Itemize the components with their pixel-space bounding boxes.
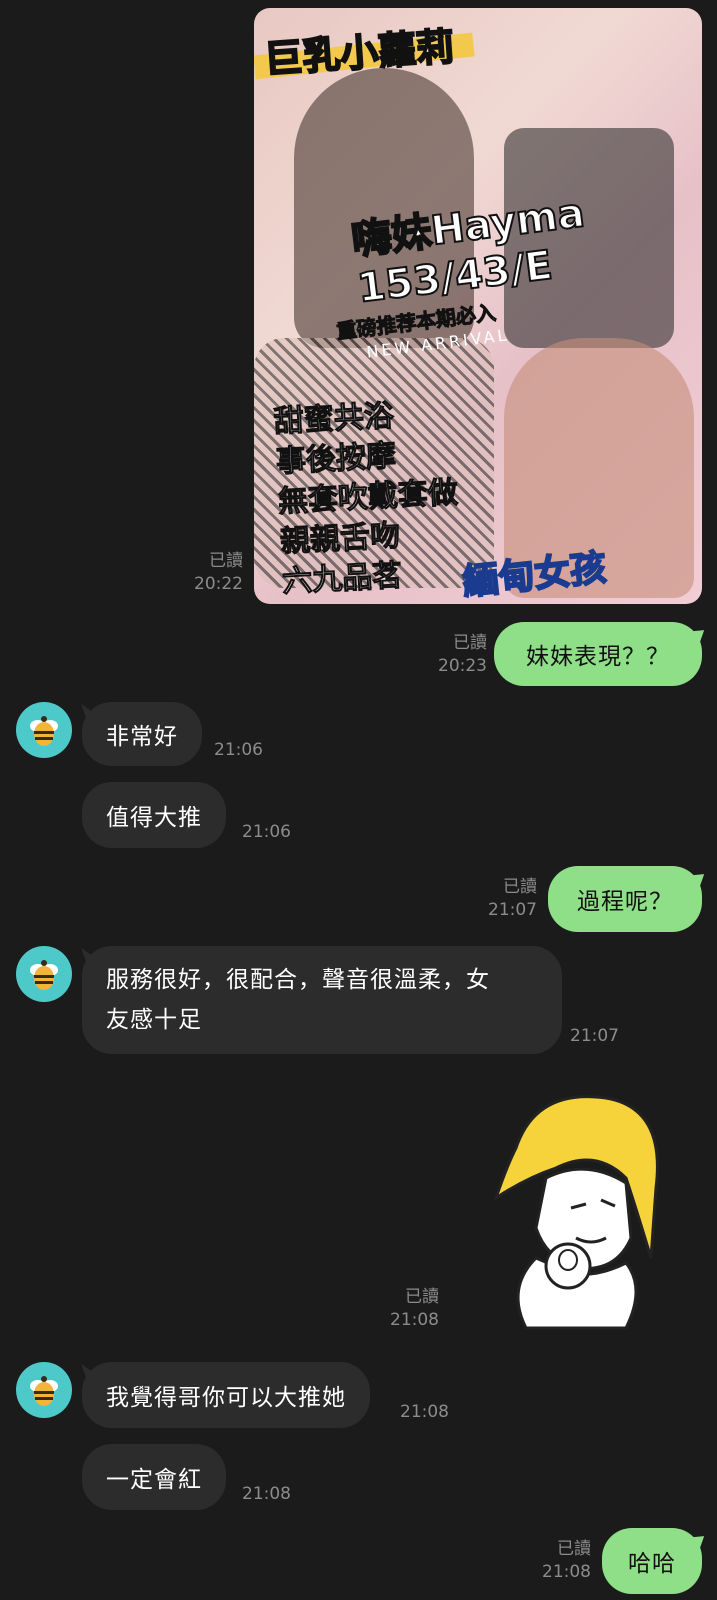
message-meta: 已讀 20:23 <box>407 632 487 678</box>
bee-icon <box>30 716 58 746</box>
photo-service-list: 甜蜜共浴 事後按摩 無套吹戴套做 親親舌吻 六九品茗 <box>272 393 463 602</box>
pointing-character-sticker[interactable] <box>476 1088 676 1338</box>
message-line: 友感十足 <box>106 1007 202 1033</box>
read-receipt: 已讀 <box>405 1287 439 1307</box>
timestamp: 21:08 <box>542 1562 591 1582</box>
read-receipt: 已讀 <box>503 877 537 897</box>
message-meta: 已讀 21:07 <box>457 876 537 922</box>
incoming-message[interactable]: 服務很好，很配合，聲音很溫柔，女 友感十足 <box>82 946 562 1054</box>
contact-avatar[interactable] <box>16 946 72 1002</box>
service-item: 六九品茗 <box>281 558 404 600</box>
read-receipt: 已讀 <box>453 633 487 653</box>
timestamp: 21:06 <box>242 822 291 842</box>
contact-avatar[interactable] <box>16 702 72 758</box>
incoming-message[interactable]: 值得大推 <box>82 782 226 848</box>
timestamp: 21:08 <box>242 1484 291 1504</box>
timestamp: 21:06 <box>214 740 263 760</box>
photo-title: 巨乳小蘿莉 <box>262 23 457 82</box>
message-line: 服務很好，很配合，聲音很溫柔，女 <box>106 967 490 993</box>
message-meta: 已讀 21:08 <box>511 1538 591 1584</box>
outgoing-message[interactable]: 妹妹表現？？ <box>494 622 702 686</box>
incoming-message[interactable]: 非常好 <box>82 702 202 766</box>
message-meta: 已讀 21:08 <box>359 1286 439 1332</box>
incoming-message[interactable]: 我覺得哥你可以大推她 <box>82 1362 370 1428</box>
timestamp: 21:08 <box>390 1310 439 1330</box>
bee-icon <box>30 1376 58 1406</box>
bee-icon <box>30 960 58 990</box>
read-receipt: 已讀 <box>209 551 243 571</box>
timestamp: 20:22 <box>194 574 243 594</box>
read-receipt: 已讀 <box>557 1539 591 1559</box>
timestamp: 20:23 <box>438 656 487 676</box>
outgoing-message[interactable]: 哈哈 <box>602 1528 702 1594</box>
photo-meta: 已讀 20:22 <box>163 550 243 596</box>
timestamp: 21:07 <box>570 1026 619 1046</box>
outgoing-message[interactable]: 過程呢？ <box>548 866 702 932</box>
timestamp: 21:07 <box>488 900 537 920</box>
timestamp: 21:08 <box>400 1402 449 1422</box>
incoming-message[interactable]: 一定會紅 <box>82 1444 226 1510</box>
contact-avatar[interactable] <box>16 1362 72 1418</box>
promo-photo-message[interactable]: 巨乳小蘿莉 嗨妹Hayma 153/43/E 重磅推荐本期必入 NEW ARRI… <box>254 8 702 604</box>
